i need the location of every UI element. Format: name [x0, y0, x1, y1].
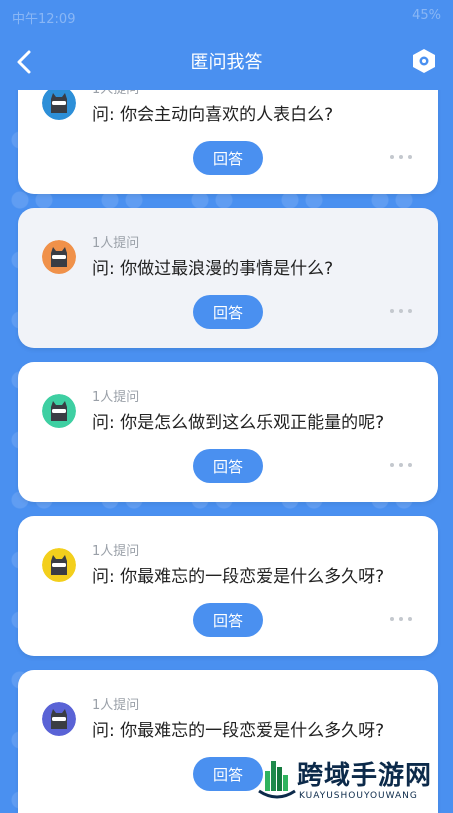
more-options-icon[interactable] — [390, 304, 412, 318]
avatar — [42, 394, 76, 428]
avatar — [42, 240, 76, 274]
watermark-logo-icon — [258, 761, 296, 799]
question-card[interactable]: 1人提问 问: 你做过最浪漫的事情是什么? 回答 — [18, 208, 438, 348]
watermark-subtext: KUAYUSHOUYOUWANG — [299, 791, 418, 801]
watermark-text: 跨域手游网 — [297, 761, 433, 791]
asker-count: 1人提问 — [92, 236, 140, 251]
answer-button[interactable]: 回答 — [193, 757, 263, 791]
hexagon-settings-icon — [413, 49, 435, 73]
status-time: 中午12:09 — [12, 12, 76, 27]
question-text: 问: 你最难忘的一段恋爱是什么多久呀? — [92, 567, 385, 587]
asker-count: 1人提问 — [92, 698, 140, 713]
answer-button[interactable]: 回答 — [193, 141, 263, 175]
question-text: 问: 你是怎么做到这么乐观正能量的呢? — [92, 413, 385, 433]
answer-button[interactable]: 回答 — [193, 603, 263, 637]
question-card[interactable]: 1人提问 问: 你是怎么做到这么乐观正能量的呢? 回答 — [18, 362, 438, 502]
answer-button[interactable]: 回答 — [193, 449, 263, 483]
asker-count: 1人提问 — [92, 390, 140, 405]
page-title: 匿问我答 — [190, 52, 263, 73]
asker-count: 1人提问 — [92, 544, 140, 559]
more-options-icon[interactable] — [390, 612, 412, 626]
question-card[interactable]: 1人提问 问: 你最难忘的一段恋爱是什么多久呀? 回答 — [18, 516, 438, 656]
question-text: 问: 你会主动向喜欢的人表白么? — [92, 105, 334, 125]
question-text: 问: 你做过最浪漫的事情是什么? — [92, 259, 334, 279]
avatar — [42, 548, 76, 582]
watermark: 跨域手游网 KUAYUSHOUYOUWANG — [257, 755, 447, 809]
more-options-icon[interactable] — [390, 458, 412, 472]
avatar — [42, 702, 76, 736]
question-list: 1人提问 问: 你会主动向喜欢的人表白么? 回答 1人提问 问: 你做过最浪漫的… — [0, 0, 453, 813]
answer-button[interactable]: 回答 — [193, 295, 263, 329]
app-header: 匿问我答 — [0, 34, 453, 90]
status-bar: 中午12:09 45% — [0, 0, 453, 34]
more-options-icon[interactable] — [390, 150, 412, 164]
avatar — [42, 86, 76, 120]
question-text: 问: 你最难忘的一段恋爱是什么多久呀? — [92, 721, 385, 741]
settings-button[interactable] — [409, 46, 439, 76]
status-battery: 45% — [412, 8, 441, 23]
